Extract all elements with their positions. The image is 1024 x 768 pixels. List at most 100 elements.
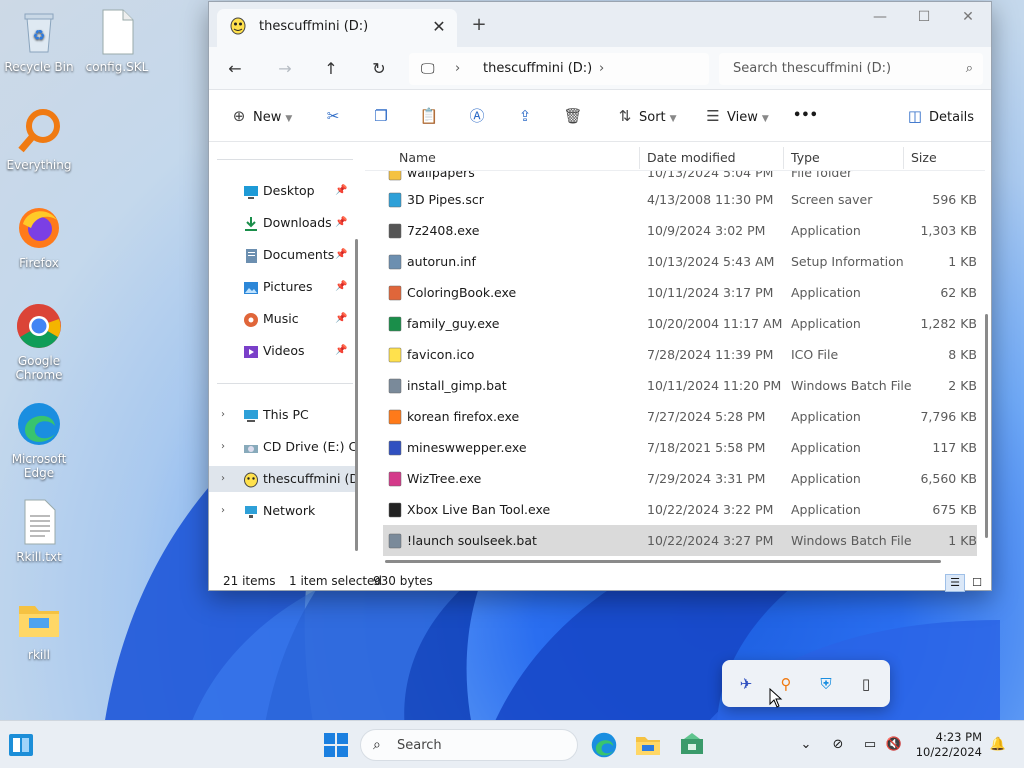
table-row[interactable]: 3D Pipes.scr 4/13/2008 11:30 PM Screen sav… <box>383 184 977 215</box>
security-shield-icon[interactable]: ⛨ <box>816 674 836 694</box>
desktop-icon-firefox[interactable]: Firefox <box>1 204 77 270</box>
column-header-name[interactable]: Name <box>399 150 436 165</box>
sidebar-item-network[interactable]: › Network <box>209 498 357 524</box>
display-icon[interactable]: ▭ <box>860 735 880 755</box>
app-taskbar-icon[interactable] <box>678 731 706 759</box>
share-button[interactable]: ⇪ <box>515 103 539 129</box>
column-header-size[interactable]: Size <box>911 150 937 165</box>
tab-thescuffmini[interactable]: thescuffmini (D:) ✕ <box>217 9 457 47</box>
sidebar-item-label: CD Drive (E:) CC <box>263 439 357 454</box>
close-button[interactable]: ✕ <box>945 2 991 34</box>
details-view-button[interactable]: ☰ <box>945 574 965 592</box>
tab-title: thescuffmini (D:) <box>259 19 369 34</box>
column-header-date[interactable]: Date modified <box>647 150 736 165</box>
sort-button[interactable]: ⇅ Sort ▼ <box>615 103 677 129</box>
file-type-icon <box>387 533 403 549</box>
sidebar-item-pictures[interactable]: Pictures 📌 <box>209 274 357 300</box>
nav-scrollbar[interactable] <box>355 239 358 551</box>
chevron-right-icon[interactable]: › <box>221 466 225 492</box>
sidebar-item-downloads[interactable]: Downloads 📌 <box>209 210 357 236</box>
table-row[interactable]: mineswwepper.exe 7/18/2021 5:58 PM Applica… <box>383 432 977 463</box>
table-row[interactable]: korean firefox.exe 7/27/2024 5:28 PM Appli… <box>383 401 977 432</box>
column-header-type[interactable]: Type <box>791 150 820 165</box>
tab-close-button[interactable]: ✕ <box>427 15 451 39</box>
sidebar-item-videos[interactable]: Videos 📌 <box>209 338 357 364</box>
table-row[interactable]: WizTree.exe 7/29/2024 3:31 PM Application 6… <box>383 463 977 494</box>
widgets-icon[interactable] <box>8 733 34 757</box>
chevron-right-icon[interactable]: › <box>455 61 460 76</box>
desktop-icon-recycle-bin[interactable]: ♻ Recycle Bin <box>1 8 77 74</box>
app-tray-icon[interactable]: ✈ <box>736 674 756 694</box>
edge-taskbar-icon[interactable] <box>590 731 618 759</box>
sidebar-item-thescuffmini[interactable]: › thescuffmini (D: <box>209 466 357 492</box>
sidebar-item-music[interactable]: Music 📌 <box>209 306 357 332</box>
new-tab-button[interactable]: + <box>467 13 491 37</box>
drive-icon <box>243 471 259 488</box>
table-row[interactable]: 7z2408.exe 10/9/2024 3:02 PM Application 1,… <box>383 215 977 246</box>
network-offline-icon[interactable]: ⊘ <box>828 735 848 755</box>
sidebar-item-documents[interactable]: Documents 📌 <box>209 242 357 268</box>
folder-icon <box>15 596 63 644</box>
file-name: mineswwepper.exe <box>407 440 527 455</box>
taskbar-search[interactable]: ⌕ Search <box>360 729 578 761</box>
sidebar-item-this-pc[interactable]: › This PC <box>209 402 357 428</box>
desktop-icon-chrome[interactable]: Google Chrome <box>1 302 77 382</box>
chevron-right-icon[interactable]: › <box>599 61 604 76</box>
paste-button[interactable]: 📋 <box>419 103 443 129</box>
desktop-icon-rkill-txt[interactable]: Rkill.txt <box>1 498 77 564</box>
maximize-button[interactable]: ☐ <box>901 2 947 34</box>
view-button[interactable]: ☰ View ▼ <box>703 103 769 129</box>
chevron-up-icon[interactable]: ⌄ <box>796 735 816 755</box>
desktop-icon-everything[interactable]: Everything <box>1 106 77 172</box>
minimize-button[interactable]: — <box>857 2 903 34</box>
table-row[interactable]: favicon.ico 7/28/2024 11:39 PM ICO File 8 K… <box>383 339 977 370</box>
details-button[interactable]: ◫ Details <box>905 103 974 129</box>
back-button[interactable]: ← <box>221 56 249 82</box>
delete-button[interactable]: 🗑 <box>563 103 587 129</box>
desktop-icon-config[interactable]: config.SKL <box>79 8 155 74</box>
sidebar-item-desktop[interactable]: Desktop 📌 <box>209 178 357 204</box>
chevron-right-icon[interactable]: › <box>221 434 225 460</box>
clock[interactable]: 4:23 PM 10/22/2024 <box>912 730 982 760</box>
file-explorer-taskbar-icon[interactable] <box>634 731 662 759</box>
chevron-right-icon[interactable]: › <box>221 402 225 428</box>
table-row[interactable]: install_gimp.bat 10/11/2024 11:20 PM Windo… <box>383 370 977 401</box>
table-row[interactable]: family_guy.exe 10/20/2004 11:17 AM Applica… <box>383 308 977 339</box>
rename-icon: Ⓐ <box>469 107 485 125</box>
breadcrumb[interactable]: 🖵 › thescuffmini (D:) › <box>409 53 709 85</box>
file-type-icon <box>387 192 403 208</box>
volume-muted-icon[interactable]: 🔇 <box>884 735 904 755</box>
search-input[interactable]: Search thescuffmini (D:) <box>733 61 891 76</box>
chevron-right-icon[interactable]: › <box>221 498 225 524</box>
rename-button[interactable]: Ⓐ <box>467 103 491 129</box>
start-button[interactable] <box>322 731 350 759</box>
new-button[interactable]: ⊕ New ▼ <box>229 103 293 129</box>
desktop-icon-label: Everything <box>6 158 72 172</box>
downloads-icon <box>243 215 259 231</box>
pin-icon: 📌 <box>335 281 348 292</box>
divider <box>903 147 904 169</box>
cut-button[interactable]: ✂ <box>323 103 347 129</box>
notification-icon[interactable]: 🔔 <box>988 735 1008 755</box>
more-options-button[interactable]: ••• <box>793 103 818 129</box>
file-type-icon <box>387 409 403 425</box>
desktop-icon-label: Rkill.txt <box>16 550 62 564</box>
table-row[interactable]: !launch soulseek.bat 10/22/2024 3:27 PM Wi… <box>383 525 977 556</box>
horizontal-scrollbar[interactable] <box>385 560 941 563</box>
desktop-icon-rkill[interactable]: rkill <box>1 596 77 662</box>
table-row[interactable]: ColoringBook.exe 10/11/2024 3:17 PM Applic… <box>383 277 977 308</box>
refresh-button[interactable]: ↻ <box>365 56 393 82</box>
desktop-icon-label: Recycle Bin <box>4 60 74 74</box>
sidebar-item-cd-drive[interactable]: › CD Drive (E:) CC <box>209 434 357 460</box>
up-button[interactable]: ↑ <box>317 56 345 82</box>
copy-button[interactable]: ❐ <box>371 103 395 129</box>
forward-button[interactable]: → <box>271 56 299 82</box>
table-row[interactable]: autorun.inf 10/13/2024 5:43 AM Setup Infor… <box>383 246 977 277</box>
table-row[interactable]: Xbox Live Ban Tool.exe 10/22/2024 3:22 PM… <box>383 494 977 525</box>
search-box[interactable]: Search thescuffmini (D:) ⌕ <box>719 53 983 85</box>
file-list-scrollbar[interactable] <box>985 314 988 538</box>
large-icons-view-button[interactable]: ☐ <box>967 574 987 592</box>
breadcrumb-current[interactable]: thescuffmini (D:) <box>483 61 592 76</box>
usb-eject-icon[interactable]: ▯ <box>856 674 876 694</box>
desktop-icon-edge[interactable]: Microsoft Edge <box>1 400 77 480</box>
